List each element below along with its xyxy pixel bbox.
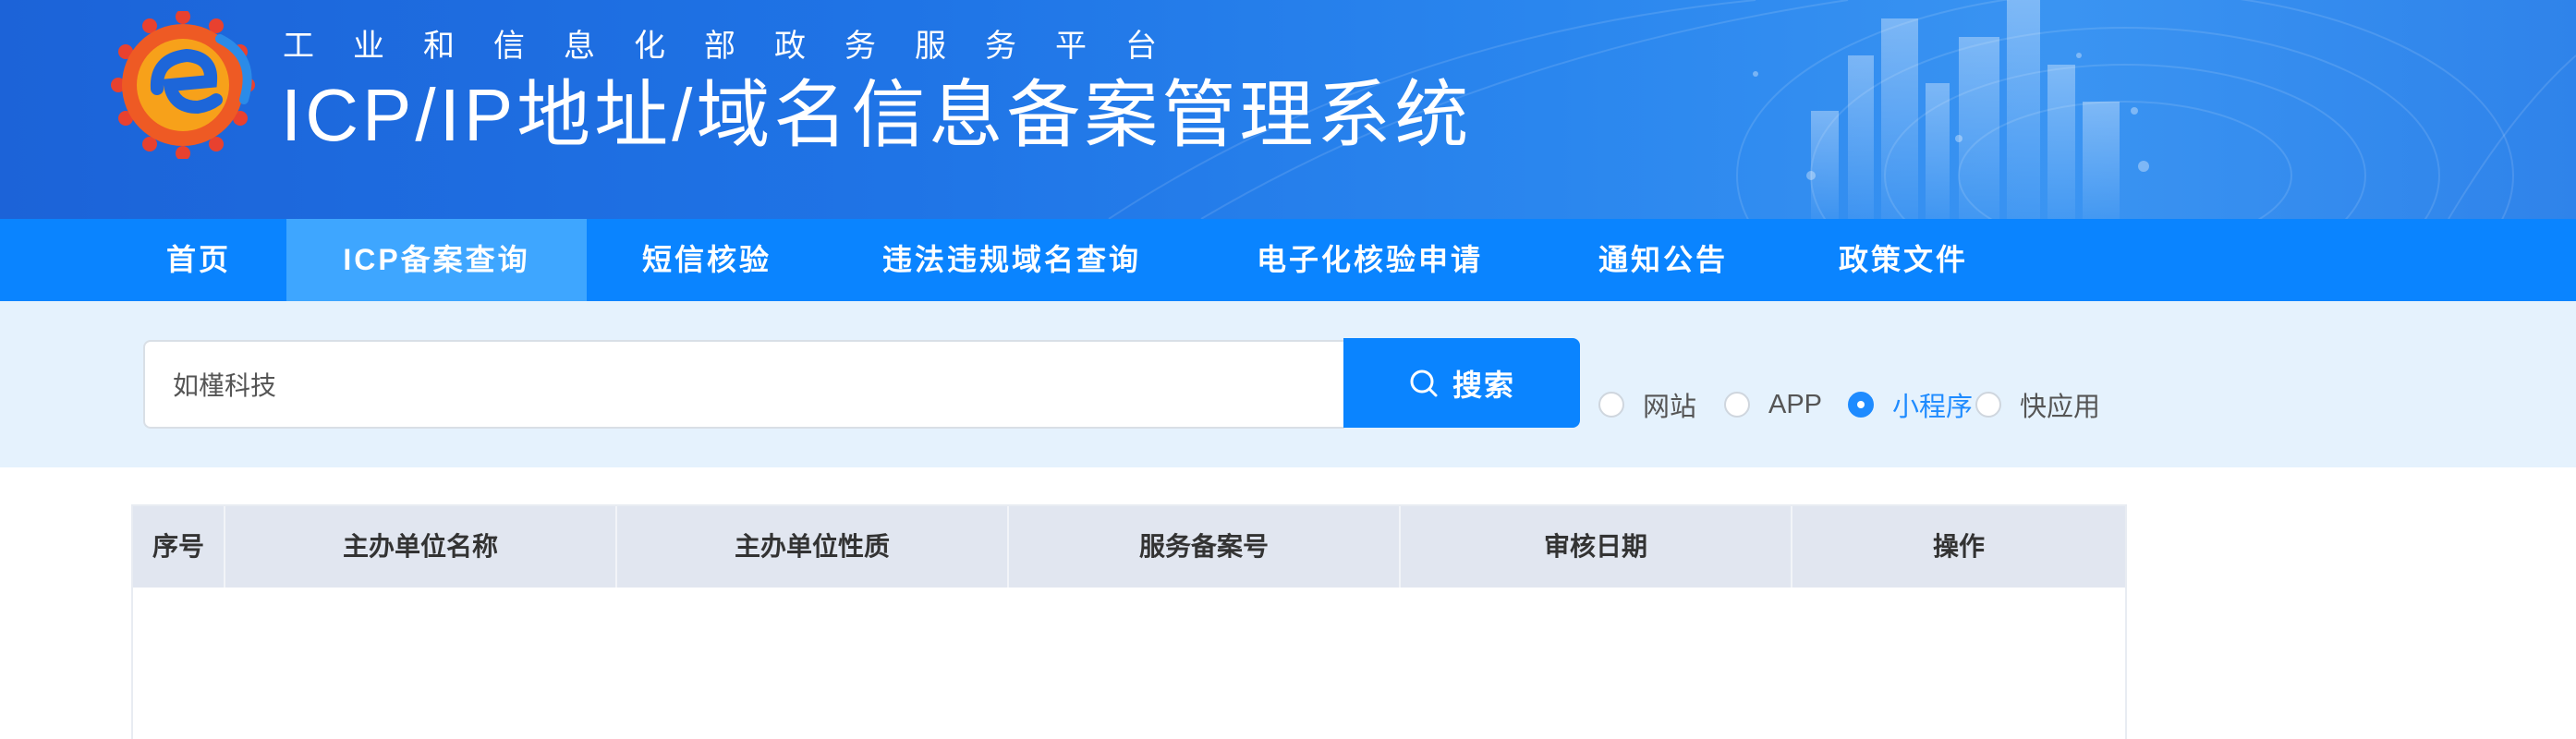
search-button-label: 搜索 xyxy=(1452,368,1515,402)
nav-item-icp-query[interactable]: ICP备案查询 xyxy=(286,219,587,301)
search-section: 搜索 网站 APP 小程序 快应用 xyxy=(0,301,2576,467)
system-title: ICP/IP地址/域名信息备案管理系统 xyxy=(281,74,1473,156)
radio-label: APP xyxy=(1768,389,1823,419)
ministry-logo-icon xyxy=(111,11,255,159)
main-nav: 首页 ICP备案查询 短信核验 违法违规域名查询 电子化核验申请 通知公告 政策… xyxy=(0,219,2576,301)
radio-type-website[interactable]: 网站 xyxy=(1598,386,1696,423)
radio-circle[interactable] xyxy=(1975,392,2001,418)
nav-item-policy-docs[interactable]: 政策文件 xyxy=(1820,219,1987,301)
column-header-actions: 操作 xyxy=(1932,532,1985,561)
nav-item-sms-verify[interactable]: 短信核验 xyxy=(624,219,790,301)
nav-item-illegal-domain[interactable]: 违法违规域名查询 xyxy=(864,219,1160,301)
radio-type-app[interactable]: APP xyxy=(1724,386,1822,423)
column-header-index: 序号 xyxy=(133,506,225,588)
radio-type-miniprogram[interactable]: 小程序 xyxy=(1848,386,1973,423)
column-header-org-name: 主办单位名称 xyxy=(225,506,617,588)
search-icon xyxy=(1410,370,1438,396)
radio-type-quickapp[interactable]: 快应用 xyxy=(1975,386,2100,423)
results-table: 序号 主办单位名称 主办单位性质 服务备案号 审核日期 操作 xyxy=(131,504,2127,739)
column-header-org-type: 主办单位性质 xyxy=(617,506,1009,588)
column-header-review-date: 审核日期 xyxy=(1401,506,1792,588)
search-input[interactable] xyxy=(143,340,1344,429)
column-header-license-number: 服务备案号 xyxy=(1009,506,1401,588)
radio-circle[interactable] xyxy=(1724,392,1750,418)
nav-item-e-verify-apply[interactable]: 电子化核验申请 xyxy=(1238,219,1501,301)
radio-label: 快应用 xyxy=(2020,393,2101,422)
header-banner: 工业和信息化部政务服务平台 ICP/IP地址/域名信息备案管理系统 xyxy=(0,0,2576,219)
radio-label: 网站 xyxy=(1643,393,1697,422)
ministry-subtitle: 工业和信息化部政务服务平台 xyxy=(283,29,1196,64)
app-root: 工业和信息化部政务服务平台 ICP/IP地址/域名信息备案管理系统 首页 ICP… xyxy=(0,0,2576,739)
radio-label: 小程序 xyxy=(1892,393,1974,422)
nav-item-home[interactable]: 首页 xyxy=(148,219,249,301)
radio-circle[interactable] xyxy=(1848,392,1874,418)
radio-circle[interactable] xyxy=(1598,392,1624,418)
nav-item-notices[interactable]: 通知公告 xyxy=(1580,219,1746,301)
search-button[interactable]: 搜索 xyxy=(1343,338,1580,428)
table-header: 序号 主办单位名称 主办单位性质 服务备案号 审核日期 操作 xyxy=(133,506,2125,588)
